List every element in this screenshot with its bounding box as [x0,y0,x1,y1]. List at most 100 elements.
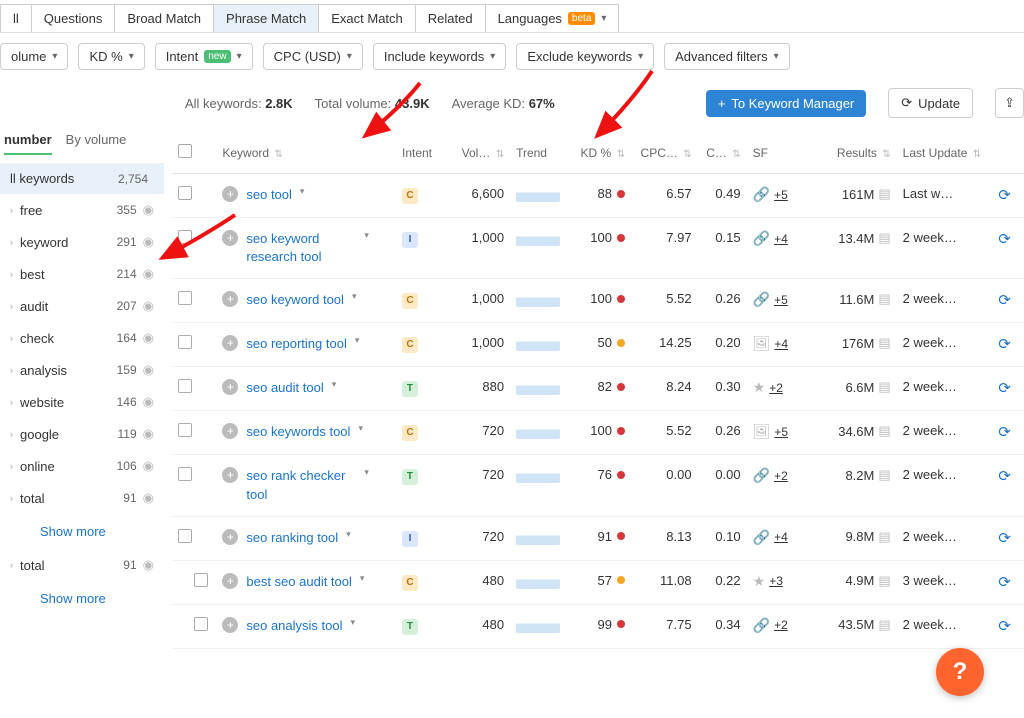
add-keyword-icon[interactable]: + [222,230,238,246]
sidebar-all-keywords[interactable]: ll keywords 2,754 [0,163,164,194]
sf-count[interactable]: +4 [774,232,788,246]
filter-cpc[interactable]: CPC (USD)▾ [263,43,363,70]
caret-down-icon[interactable]: ▾ [351,617,356,628]
col-sf[interactable]: SF [747,132,815,174]
filter-kd[interactable]: KD %▾ [78,43,144,70]
sidebar-tab-volume[interactable]: By volume [66,132,127,155]
keyword-link[interactable]: seo reporting tool [246,335,346,353]
update-button[interactable]: ⟳Update [888,88,973,118]
caret-down-icon[interactable]: ▾ [355,335,360,346]
keyword-link[interactable]: seo keywords tool [246,423,350,441]
refresh-row-icon[interactable]: ⟳ [998,336,1011,353]
add-keyword-icon[interactable]: + [222,186,238,202]
sidebar-item-online[interactable]: ›online106◉ [0,450,164,482]
sf-count[interactable]: +3 [769,574,783,588]
sf-count[interactable]: +2 [769,381,783,395]
sidebar-item-analysis[interactable]: ›analysis159◉ [0,354,164,386]
refresh-row-icon[interactable]: ⟳ [998,618,1011,635]
sf-count[interactable]: +2 [774,469,788,483]
serp-icon[interactable]: ▤ [878,423,890,439]
caret-down-icon[interactable]: ▾ [358,423,363,434]
add-keyword-icon[interactable]: + [222,291,238,307]
export-button[interactable]: ⇪ [995,88,1024,118]
serp-icon[interactable]: ▤ [878,617,890,633]
filter-advanced[interactable]: Advanced filters▾ [664,43,790,70]
col-keyword[interactable]: Keyword ⇅ [216,132,396,174]
sf-count[interactable]: +2 [774,618,788,632]
sidebar-item-free[interactable]: ›free355◉ [0,194,164,226]
sidebar-item-best[interactable]: ›best214◉ [0,258,164,290]
refresh-row-icon[interactable]: ⟳ [998,231,1011,248]
add-keyword-icon[interactable]: + [222,335,238,351]
add-keyword-icon[interactable]: + [222,423,238,439]
col-com[interactable]: C… ⇅ [698,132,747,174]
filter-include-keywords[interactable]: Include keywords▾ [373,43,506,70]
serp-icon[interactable]: ▤ [878,335,890,351]
sf-count[interactable]: +5 [774,293,788,307]
row-checkbox[interactable] [178,423,192,437]
tab-phrase-match[interactable]: Phrase Match [213,4,319,32]
serp-icon[interactable]: ▤ [878,379,890,395]
sf-count[interactable]: +4 [774,530,788,544]
sidebar-show-more-2[interactable]: Show more [0,581,164,616]
add-keyword-icon[interactable]: + [222,573,238,589]
row-checkbox[interactable] [178,529,192,543]
row-checkbox[interactable] [178,186,192,200]
serp-icon[interactable]: ▤ [878,230,890,246]
sidebar-item-check[interactable]: ›check164◉ [0,322,164,354]
row-checkbox[interactable] [178,291,192,305]
refresh-row-icon[interactable]: ⟳ [998,187,1011,204]
sf-count[interactable]: +5 [774,188,788,202]
filter-volume[interactable]: olume▾ [0,43,68,70]
tab-related[interactable]: Related [415,4,486,32]
add-keyword-icon[interactable]: + [222,379,238,395]
row-checkbox[interactable] [194,617,208,631]
row-checkbox[interactable] [178,467,192,481]
caret-down-icon[interactable]: ▾ [360,573,365,584]
add-keyword-icon[interactable]: + [222,467,238,483]
tab-all[interactable]: ll [0,4,32,32]
keyword-link[interactable]: seo tool [246,186,292,204]
help-button[interactable]: ? [936,648,984,696]
caret-down-icon[interactable]: ▾ [364,230,369,241]
refresh-row-icon[interactable]: ⟳ [998,424,1011,441]
tab-exact-match[interactable]: Exact Match [318,4,416,32]
sf-count[interactable]: +4 [774,337,788,351]
sf-count[interactable]: +5 [774,425,788,439]
tab-broad-match[interactable]: Broad Match [114,4,214,32]
keyword-link[interactable]: seo rank checker tool [246,467,356,503]
sidebar-item-website[interactable]: ›website146◉ [0,386,164,418]
caret-down-icon[interactable]: ▾ [332,379,337,390]
add-keyword-icon[interactable]: + [222,617,238,633]
sidebar-item-google[interactable]: ›google119◉ [0,418,164,450]
col-trend[interactable]: Trend [510,132,571,174]
serp-icon[interactable]: ▤ [878,573,890,589]
refresh-row-icon[interactable]: ⟳ [998,530,1011,547]
serp-icon[interactable]: ▤ [878,529,890,545]
row-checkbox[interactable] [194,573,208,587]
col-cpc[interactable]: CPC… ⇅ [631,132,698,174]
filter-exclude-keywords[interactable]: Exclude keywords▾ [516,43,654,70]
keyword-link[interactable]: seo analysis tool [246,617,342,635]
caret-down-icon[interactable]: ▾ [364,467,369,478]
col-intent[interactable]: Intent [396,132,447,174]
col-kd[interactable]: KD % ⇅ [571,132,631,174]
serp-icon[interactable]: ▤ [878,467,890,483]
select-all-checkbox[interactable] [178,144,192,158]
sidebar-item-keyword[interactable]: ›keyword291◉ [0,226,164,258]
keyword-link[interactable]: seo keyword tool [246,291,344,309]
caret-down-icon[interactable]: ▾ [346,529,351,540]
refresh-row-icon[interactable]: ⟳ [998,574,1011,591]
refresh-row-icon[interactable]: ⟳ [998,468,1011,485]
sidebar-tab-number[interactable]: number [4,132,52,155]
serp-icon[interactable]: ▤ [878,186,890,202]
caret-down-icon[interactable]: ▾ [352,291,357,302]
keyword-link[interactable]: seo ranking tool [246,529,338,547]
to-keyword-manager-button[interactable]: +To Keyword Manager [706,90,866,117]
row-checkbox[interactable] [178,335,192,349]
refresh-row-icon[interactable]: ⟳ [998,380,1011,397]
tab-questions[interactable]: Questions [31,4,116,32]
serp-icon[interactable]: ▤ [878,291,890,307]
keyword-link[interactable]: seo audit tool [246,379,323,397]
keyword-link[interactable]: best seo audit tool [246,573,352,591]
